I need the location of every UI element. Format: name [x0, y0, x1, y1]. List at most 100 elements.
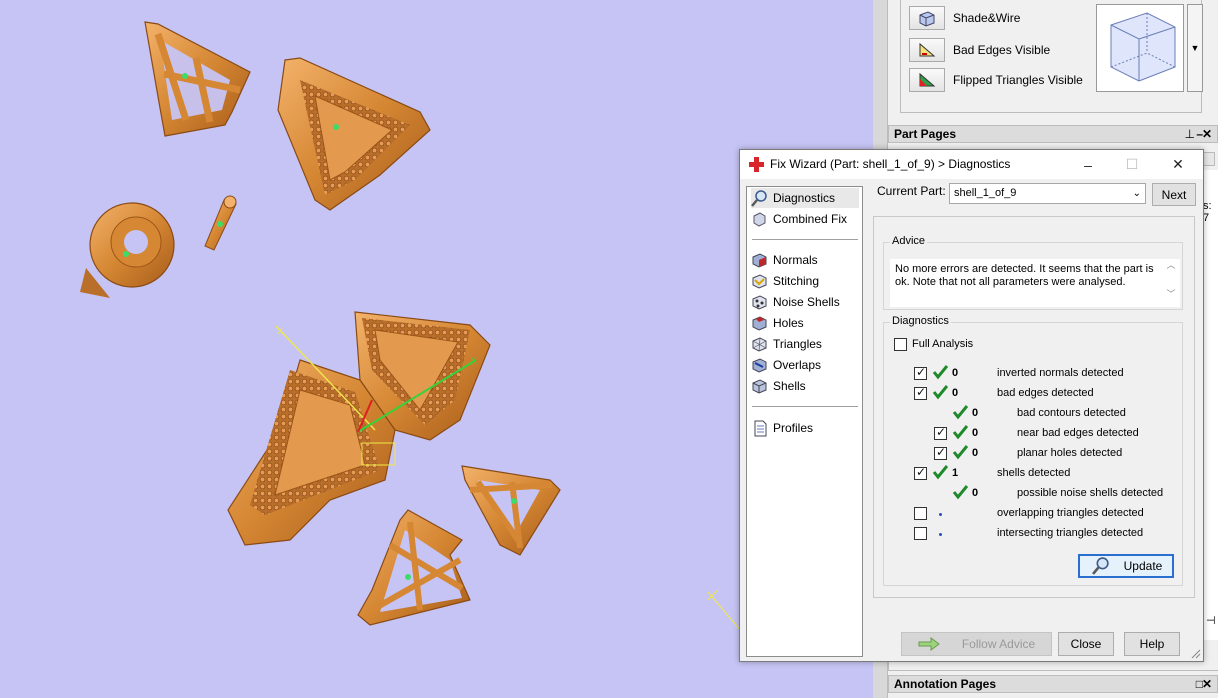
close-icon[interactable]: ✕ — [1202, 676, 1212, 692]
view-cube-dropdown[interactable]: ▼ — [1187, 4, 1203, 92]
part-pages-title: Part Pages — [894, 127, 957, 141]
nav-holes[interactable]: Holes — [751, 313, 804, 333]
row-checkbox[interactable] — [934, 425, 947, 440]
current-part-select[interactable]: shell_1_of_9 ⌄ — [949, 183, 1146, 204]
flipped-button[interactable] — [909, 68, 945, 92]
caret-down-icon: ▼ — [1190, 43, 1200, 53]
main-ring: X X — [227, 311, 491, 546]
nav-overlaps[interactable]: Overlaps — [751, 355, 821, 375]
maximize-button[interactable]: ☐ — [1110, 150, 1154, 179]
resize-grip-icon[interactable] — [1191, 649, 1201, 659]
check-icon — [952, 445, 968, 460]
nav-normals[interactable]: Normals — [751, 250, 818, 270]
bad-edges-row[interactable]: Bad Edges Visible — [909, 38, 1050, 62]
flipped-label: Flipped Triangles Visible — [953, 73, 1083, 87]
annotation-pages-title: Annotation Pages — [894, 677, 997, 691]
row-checkbox[interactable] — [914, 527, 927, 540]
nav-label: Noise Shells — [773, 295, 840, 309]
check-icon — [932, 465, 948, 480]
shells-icon — [752, 378, 767, 394]
nav-separator — [752, 406, 858, 407]
nav-label: Holes — [773, 316, 804, 330]
nav-noise-shells[interactable]: Noise Shells — [751, 292, 840, 312]
fan-piece-top-left — [144, 21, 251, 137]
view-cube-icon — [1110, 12, 1176, 82]
close-button[interactable]: ✕ — [1156, 150, 1200, 179]
tab-scroll-icon[interactable]: ⊣ — [1206, 614, 1216, 627]
nav-profiles[interactable]: Profiles — [751, 418, 813, 438]
arrow-right-icon — [918, 637, 940, 651]
scroll-up-icon[interactable]: ︿ — [1164, 259, 1178, 272]
bad-edges-icon — [919, 42, 936, 57]
dialog-titlebar[interactable]: Fix Wizard (Part: shell_1_of_9) > Diagno… — [740, 150, 1203, 179]
advice-title: Advice — [890, 235, 928, 247]
shade-wire-label: Shade&Wire — [953, 11, 1021, 25]
row-checkbox[interactable] — [914, 385, 927, 400]
chevron-down-icon: ⌄ — [1132, 188, 1141, 199]
row-count: 0 — [972, 427, 979, 439]
row-count: 0 — [952, 367, 959, 379]
nav-diagnostics[interactable]: Diagnostics — [751, 188, 859, 208]
scroll-down-icon[interactable]: ﹀ — [1164, 288, 1178, 301]
check-icon — [952, 405, 968, 420]
nav-separator — [752, 239, 858, 240]
update-label: Update — [1123, 559, 1163, 573]
axis-marker — [707, 589, 743, 633]
row-checkbox[interactable] — [914, 365, 927, 380]
noise-shells-icon — [752, 294, 767, 310]
nav-label: Profiles — [773, 421, 814, 435]
row-checkbox[interactable] — [934, 445, 947, 460]
nav-label: Triangles — [773, 337, 822, 351]
next-button[interactable]: Next — [1152, 183, 1196, 206]
pending-dot-icon — [939, 533, 942, 536]
shade-wire-row[interactable]: Shade&Wire — [909, 6, 1020, 30]
update-button[interactable]: Update — [1078, 554, 1174, 578]
nav-label: Normals — [773, 253, 818, 267]
full-analysis-checkbox[interactable] — [894, 338, 907, 351]
triangles-icon — [752, 336, 767, 352]
flipped-row[interactable]: Flipped Triangles Visible — [909, 68, 1083, 92]
stitching-icon — [752, 273, 767, 289]
close-icon[interactable]: ✕ — [1202, 126, 1212, 142]
normals-icon — [752, 252, 767, 268]
nav-triangles[interactable]: Triangles — [751, 334, 822, 354]
row-text: bad edges detected — [997, 387, 1094, 399]
nav-shells[interactable]: Shells — [751, 376, 806, 396]
advice-group: Advice No more errors are detected. It s… — [883, 235, 1183, 310]
help-button[interactable]: Help — [1124, 632, 1180, 656]
close-dialog-button[interactable]: Close — [1058, 632, 1114, 656]
minimize-button[interactable]: – — [1066, 150, 1110, 179]
follow-advice-button[interactable]: Follow Advice — [901, 632, 1052, 656]
profiles-icon — [754, 420, 767, 436]
fan-piece-bottom-right — [461, 465, 561, 556]
pending-dot-icon — [939, 513, 942, 516]
part-pages-header: Part Pages ⊥ – ✕ — [888, 125, 1218, 143]
nav-combined-fix[interactable]: Combined Fix — [751, 209, 847, 229]
shade-wire-button[interactable] — [909, 6, 945, 30]
bad-edges-button[interactable] — [909, 38, 945, 62]
row-text: planar holes detected — [1017, 447, 1123, 459]
row-checkbox[interactable] — [914, 507, 927, 520]
row-text: shells detected — [997, 467, 1071, 479]
pin — [204, 195, 237, 251]
pin-icon[interactable]: ⊥ — [1185, 126, 1195, 142]
flipped-triangles-icon — [919, 72, 936, 87]
advice-text: No more errors are detected. It seems th… — [895, 263, 1154, 288]
diagnostics-group: Diagnostics Full Analysis 0 inverted nor… — [883, 315, 1183, 586]
nav-label: Diagnostics — [773, 191, 836, 205]
advice-scrollbar[interactable]: ︿ ﹀ — [1164, 259, 1178, 307]
dialog-title: Fix Wizard (Part: shell_1_of_9) > Diagno… — [770, 157, 1011, 171]
check-icon — [932, 365, 948, 380]
view-cube[interactable] — [1096, 4, 1184, 92]
row-text: intersecting triangles detected — [997, 527, 1144, 539]
nav-stitching[interactable]: Stitching — [751, 271, 819, 291]
current-part-label: Current Part: — [877, 184, 946, 198]
overlaps-icon — [752, 357, 767, 373]
row-checkbox[interactable] — [914, 465, 927, 480]
fan-piece-bottom-center — [357, 509, 471, 626]
advice-box: No more errors are detected. It seems th… — [890, 259, 1180, 307]
row-count: 0 — [952, 387, 959, 399]
cube-icon — [919, 11, 935, 27]
magnifier-icon — [1091, 557, 1109, 575]
annotation-pages-header: Annotation Pages □ ✕ — [888, 675, 1218, 693]
